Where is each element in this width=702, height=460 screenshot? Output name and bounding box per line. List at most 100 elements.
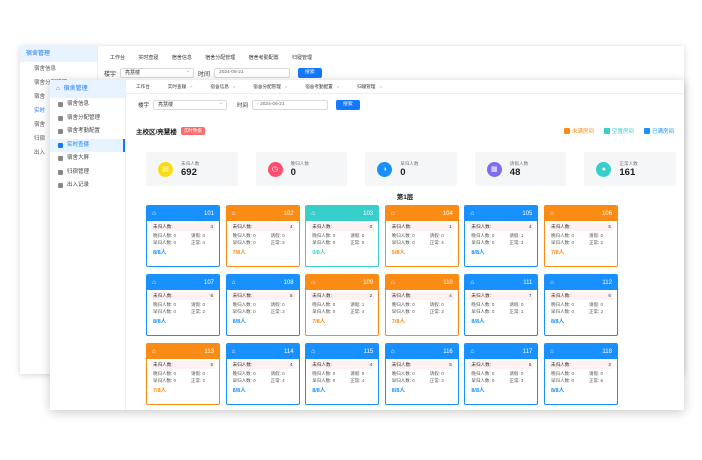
background-filter-label: 楼宇 xyxy=(104,71,117,78)
background-sidebar-head[interactable]: 宿舍管理 xyxy=(20,46,97,62)
unreturned-row: 未归人数: 4 xyxy=(469,223,534,231)
room-card[interactable]: ⌂ 107 未归人数: 6 晚归人数: 0 请假: 0 早归人数: 0 正常: 2 8/8人 xyxy=(146,274,220,336)
unreturned-value: 5 xyxy=(608,224,611,229)
room-card[interactable]: ⌂ 114 未归人数: 4 晚归人数: 0 请假: 0 早归人数: 0 正常: 4 8/8人 xyxy=(225,343,300,405)
early-count: 早归人数: 0 xyxy=(312,378,336,384)
tab[interactable]: 宿舍考勤配置 × xyxy=(305,84,339,90)
unreturned-label: 未归人数: xyxy=(232,224,253,229)
room-card[interactable]: ⌂ 115 未归人数: 4 晚归人数: 0 请假: 0 早归人数: 0 正常: 4 8/8人 xyxy=(305,343,380,405)
background-tab[interactable]: 宿舍分配管理 xyxy=(205,50,235,66)
user-icon: ● xyxy=(596,161,612,177)
menu-icon xyxy=(58,156,63,162)
sidebar-item[interactable]: 出入记录 xyxy=(50,179,125,193)
tab[interactable]: 实时查寝 × xyxy=(168,84,193,90)
room-header: ⌂ 107 xyxy=(147,275,219,290)
room-card[interactable]: ⌂ 118 未归人数: 2 晚归人数: 0 请假: 0 早归人数: 0 正常: 6 8/8人 xyxy=(543,343,618,405)
late-count: 晚归人数: 0 xyxy=(391,232,415,238)
unreturned-label: 未归人数: xyxy=(232,362,253,367)
occupancy: 8/8人 xyxy=(232,319,246,326)
background-building-select[interactable]: 亮慧楼 xyxy=(120,67,195,78)
early-count: 早归人数: 0 xyxy=(391,378,415,384)
filter-bar: 楼宇 亮慧楼 时间 ▫ 2024-06-21 搜索 xyxy=(126,94,684,116)
unreturned-value: 0 xyxy=(369,224,373,229)
early-count: 早归人数: 0 xyxy=(471,240,495,246)
unreturned-label: 未归人数: xyxy=(471,362,492,367)
sidebar-item[interactable]: 宿舍分配管理 xyxy=(50,112,125,126)
room-card[interactable]: ⌂ 104 未归人数: 1 晚归人数: 0 请假: 0 早归人数: 0 正常: 4 5/8人 xyxy=(384,205,459,267)
room-header: ⌂ 105 xyxy=(465,206,538,221)
home-icon: ⌂ xyxy=(549,348,554,355)
background-tab[interactable]: 归寝管理 xyxy=(292,50,312,66)
room-card[interactable]: ⌂ 109 未归人数: 2 晚归人数: 0 请假: 1 早归人数: 0 正常: 4 7/8人 xyxy=(305,274,380,336)
room-body: 未归人数: 2 晚归人数: 0 请假: 0 早归人数: 0 正常: 6 8/8人 xyxy=(545,359,617,394)
legend-label: 已满房间 xyxy=(651,129,674,135)
background-tab[interactable]: 宿舍信息 xyxy=(172,50,192,66)
legend-swatch xyxy=(603,128,610,134)
stat-card: ▤ 未归人数 692 xyxy=(146,152,238,186)
unreturned-value: 4 xyxy=(290,224,293,229)
late-count: 晚归人数: 0 xyxy=(312,232,336,238)
close-icon[interactable]: × xyxy=(380,84,382,89)
close-icon[interactable]: × xyxy=(190,84,192,89)
room-card[interactable]: ⌂ 111 未归人数: 7 晚归人数: 0 请假: 0 早归人数: 0 正常: 1 8/8人 xyxy=(464,274,539,336)
room-card[interactable]: ⌂ 106 未归人数: 5 晚归人数: 0 请假: 0 早归人数: 0 正常: 2 7/8人 xyxy=(543,205,618,267)
late-count: 晚归人数: 0 xyxy=(471,301,495,307)
tab[interactable]: 归寝管理 × xyxy=(357,84,382,90)
sidebar-item[interactable]: 宿舍信息 xyxy=(50,98,125,112)
tab[interactable]: 工作台 xyxy=(136,84,150,90)
date-input[interactable]: ▫ 2024-06-21 xyxy=(252,100,329,110)
room-body: 未归人数: 5 晚归人数: 0 请假: 0 早归人数: 0 正常: 3 8/8人 xyxy=(227,290,299,325)
background-sidebar-item[interactable]: 宿舍信息 xyxy=(20,62,97,76)
legend-swatch xyxy=(563,128,570,134)
sidebar-item[interactable]: 宿舍大屏 xyxy=(50,152,125,166)
background-tab[interactable]: 工作台 xyxy=(110,50,125,66)
background-search-button[interactable]: 搜索 xyxy=(298,68,322,78)
normal-count: 正常: 3 xyxy=(429,378,444,384)
room-card[interactable]: ⌂ 102 未归人数: 4 晚归人数: 0 请假: 0 早归人数: 0 正常: 3 7/8人 xyxy=(225,205,300,267)
room-card[interactable]: ⌂ 117 未归人数: 5 晚归人数: 0 请假: 0 早归人数: 0 正常: 3 8/8人 xyxy=(464,343,539,405)
search-button[interactable]: 搜索 xyxy=(336,100,360,110)
sidebar-item[interactable]: 实时查寝 xyxy=(50,138,125,152)
tab-label: 宿舍分配管理 xyxy=(253,83,281,89)
room-card[interactable]: ⌂ 103 未归人数: 0 晚归人数: 0 请假: 0 早归人数: 0 正常: 0 0/8人 xyxy=(305,205,380,267)
tab[interactable]: 宿舍信息 × xyxy=(211,84,236,90)
room-header: ⌂ 113 xyxy=(147,344,219,359)
room-card[interactable]: ⌂ 108 未归人数: 5 晚归人数: 0 请假: 0 早归人数: 0 正常: 3 8/8人 xyxy=(225,274,300,336)
late-leave-row: 晚归人数: 0 请假: 0 xyxy=(549,302,613,308)
early-count: 早归人数: 0 xyxy=(312,309,336,315)
background-tab[interactable]: 实时查寝 xyxy=(138,50,158,66)
sidebar-head[interactable]: ⌂ 宿舍管理 xyxy=(50,80,125,98)
early-count: 早归人数: 0 xyxy=(550,378,574,384)
sidebar-item[interactable]: 宿舍考勤配置 xyxy=(50,125,125,139)
sidebar-item[interactable]: 归宿管理 xyxy=(50,166,125,180)
occupancy: 8/8人 xyxy=(471,250,485,257)
tab-bar: 工作台 实时查寝 × 宿舍信息 × 宿舍分配管理 × 宿舍考勤配置 × 归寝管理 × xyxy=(126,80,684,94)
room-number: 115 xyxy=(363,348,374,355)
early-normal-row: 早归人数: 0 正常: 3 xyxy=(231,309,295,315)
close-icon[interactable]: × xyxy=(285,84,287,89)
unreturned-label: 未归人数: xyxy=(312,224,332,229)
room-number: 108 xyxy=(283,279,294,286)
tab-label: 工作台 xyxy=(136,83,150,89)
room-card[interactable]: ⌂ 116 未归人数: 5 晚归人数: 0 请假: 0 早归人数: 0 正常: 3 8/8人 xyxy=(384,343,459,405)
unreturned-value: 4 xyxy=(528,224,532,229)
room-card[interactable]: ⌂ 112 未归人数: 6 晚归人数: 0 请假: 0 早归人数: 0 正常: 2 8/8人 xyxy=(543,274,618,336)
close-icon[interactable]: × xyxy=(337,84,339,89)
room-card[interactable]: ⌂ 101 未归人数: 4 晚归人数: 0 请假: 0 早归人数: 0 正常: 4 8/8人 xyxy=(146,205,220,267)
unreturned-value: 5 xyxy=(210,362,213,367)
building-select[interactable]: 亮慧楼 xyxy=(153,99,228,110)
unreturned-label: 未归人数: xyxy=(391,362,412,367)
close-icon[interactable]: × xyxy=(233,84,235,89)
room-number: 112 xyxy=(602,279,612,286)
normal-count: 正常: 3 xyxy=(270,309,285,315)
room-card[interactable]: ⌂ 105 未归人数: 4 晚归人数: 0 请假: 1 早归人数: 0 正常: 3 8/8人 xyxy=(464,205,539,267)
unreturned-row: 未归人数: 5 xyxy=(230,292,295,300)
background-tab[interactable]: 宿舍考勤配置 xyxy=(249,50,279,66)
background-date-input[interactable]: 2024-06-21 xyxy=(214,68,291,78)
room-card[interactable]: ⌂ 113 未归人数: 5 晚归人数: 0 请假: 0 早归人数: 0 正常: 2 7/8人 xyxy=(146,343,220,405)
unreturned-label: 未归人数: xyxy=(550,362,571,367)
room-card[interactable]: ⌂ 110 未归人数: 4 晚归人数: 0 请假: 0 早归人数: 0 正常: 3 7/8人 xyxy=(384,274,459,336)
normal-count: 正常: 3 xyxy=(509,378,524,384)
tab[interactable]: 宿舍分配管理 × xyxy=(253,84,287,90)
stat-card: ● 正常人数 161 xyxy=(584,152,676,186)
